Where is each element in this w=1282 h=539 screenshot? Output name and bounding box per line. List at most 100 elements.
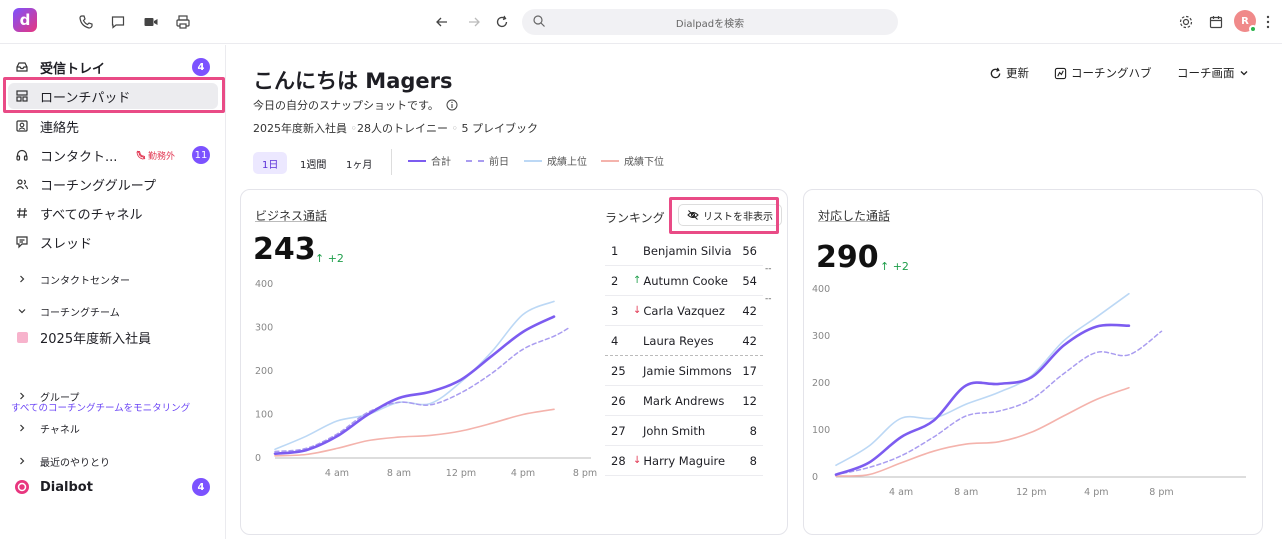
phone-off-icon xyxy=(136,150,146,160)
y-tick-label: 400 xyxy=(812,284,830,295)
user-avatar[interactable]: R xyxy=(1234,10,1257,33)
search-input[interactable]: Dialpadを検索 xyxy=(522,9,898,35)
ranking-value: 56 xyxy=(742,243,757,258)
sidebar-item-dialbot[interactable]: Dialbot 4 xyxy=(8,474,218,500)
ranking-name: Jamie Simmons xyxy=(643,363,732,378)
people-icon xyxy=(12,177,32,191)
series-line-成績下位 xyxy=(274,408,555,457)
sidebar-item-all-channels[interactable]: すべてのチャネル xyxy=(8,200,218,226)
handled-calls-title[interactable]: 対応した通話 xyxy=(818,207,890,224)
ranking-title: ランキング xyxy=(605,211,665,225)
coach-screen-dropdown[interactable]: コーチ画面 xyxy=(1177,65,1249,81)
contact-center-count-badge: 11 xyxy=(192,146,210,164)
sidebar: 受信トレイ 4 ローンチパッド 連絡先 コンタクト... 勤務外 11 コーチン… xyxy=(0,45,226,539)
ranking-row[interactable]: 28 ↓ Harry Maguire 8 xyxy=(605,446,763,476)
ranking-value: 42 xyxy=(742,303,757,318)
top-bar: d Dialpadを検索 R xyxy=(0,0,1282,44)
legend-top-performers: 成績上位 xyxy=(524,153,587,168)
ranking-value: 17 xyxy=(742,363,757,378)
sidebar-item-threads[interactable]: スレッド xyxy=(8,229,218,255)
team-meta: 2025年度新入社員 ◦28人のトレイニー ◦ 5 プレイブック xyxy=(253,122,538,135)
sidebar-item-launchpad[interactable]: ローンチパッド xyxy=(8,83,218,109)
headset-icon xyxy=(12,148,32,162)
series-line-前日 xyxy=(835,330,1163,476)
y-tick-label: 200 xyxy=(255,366,273,377)
range-1-month-button[interactable]: 1ヶ月 xyxy=(337,152,381,174)
ranking-row[interactable]: 25 Jamie Simmons 17 xyxy=(605,356,763,386)
chevron-right-icon xyxy=(12,423,32,433)
sidebar-item-team-2025[interactable]: 2025年度新入社員 xyxy=(8,324,218,350)
ranking-name: ↓ Harry Maguire xyxy=(633,453,726,468)
section-recent[interactable]: 最近のやりとり xyxy=(8,448,218,474)
message-icon[interactable] xyxy=(108,12,128,32)
x-tick-label: 4 pm xyxy=(1084,487,1108,498)
page-title: こんにちは Magers xyxy=(253,69,453,93)
coaching-hub-icon xyxy=(1054,67,1067,79)
y-tick-label: 100 xyxy=(255,410,273,421)
ranking-position: 26 xyxy=(611,393,626,408)
more-vertical-icon[interactable] xyxy=(1262,12,1274,32)
refresh-button[interactable]: 更新 xyxy=(989,65,1029,81)
y-tick-label: 0 xyxy=(255,453,261,464)
business-calls-value: 243 xyxy=(253,232,316,267)
legend-total: 合計 xyxy=(408,153,451,168)
dialpad-logo[interactable]: d xyxy=(13,8,37,32)
range-1-week-button[interactable]: 1週間 xyxy=(291,152,335,174)
main-content: こんにちは Magers 今日の自分のスナップショットです。 2025年度新入社… xyxy=(227,45,1282,539)
reload-icon[interactable] xyxy=(492,12,512,32)
y-tick-label: 300 xyxy=(812,331,830,342)
hide-list-button[interactable]: リストを非表示 xyxy=(678,204,782,226)
ranking-position: 3 xyxy=(611,303,619,318)
ranking-name: ↑ Autumn Cooke xyxy=(633,273,728,288)
x-tick-label: 8 pm xyxy=(1149,487,1173,498)
coaching-hub-button[interactable]: コーチングハブ xyxy=(1054,65,1152,81)
ranking-row[interactable]: 3 ↓ Carla Vazquez 42 xyxy=(605,296,763,326)
ranking-separator xyxy=(605,355,763,356)
sidebar-item-contacts[interactable]: 連絡先 xyxy=(8,113,218,139)
video-icon[interactable] xyxy=(141,12,161,32)
settings-gear-icon[interactable] xyxy=(1176,12,1196,32)
forward-arrow-icon[interactable] xyxy=(464,12,484,32)
business-calls-card: ビジネス通話 243 ↑ +2 0 100 200 300 400 4 am 8 am 12 … xyxy=(240,189,788,535)
inbox-icon xyxy=(12,60,32,74)
ranking-name: ↓ Carla Vazquez xyxy=(633,303,725,318)
business-calls-title[interactable]: ビジネス通話 xyxy=(255,207,327,224)
ranking-row[interactable]: 27 John Smith 8 xyxy=(605,416,763,446)
ranking-row[interactable]: 1 Benjamin Silvia 56 xyxy=(605,236,763,266)
handled-calls-value: 290 xyxy=(816,240,879,275)
sidebar-item-inbox[interactable]: 受信トレイ 4 xyxy=(8,54,218,80)
sidebar-item-coaching-groups[interactable]: コーチンググループ xyxy=(8,171,218,197)
ranking-row[interactable]: 2 ↑ Autumn Cooke 54 xyxy=(605,266,763,296)
x-tick-label: 12 pm xyxy=(446,468,476,479)
section-groups[interactable]: グループ xyxy=(8,383,218,409)
series-line-前日 xyxy=(274,326,571,453)
y-tick-label: 200 xyxy=(812,378,830,389)
ranking-value: 12 xyxy=(742,393,757,408)
back-arrow-icon[interactable] xyxy=(432,12,452,32)
ranking-value: 42 xyxy=(742,334,757,348)
handled-calls-chart: 0 100 200 300 400 4 am 8 am 12 pm 4 pm 8 pm xyxy=(812,284,1246,498)
y-tick-label: 100 xyxy=(812,425,830,436)
ranking-row[interactable]: 4 Laura Reyes 42 xyxy=(605,326,763,356)
hash-icon xyxy=(12,206,32,220)
range-1-day-button[interactable]: 1日 xyxy=(253,152,288,174)
info-icon[interactable] xyxy=(446,99,458,114)
section-contact-center[interactable]: コンタクトセンター xyxy=(8,266,218,292)
trend-down-icon: ↓ xyxy=(633,455,642,466)
calendar-icon[interactable] xyxy=(1206,12,1226,32)
sidebar-item-contact-center[interactable]: コンタクト... 勤務外 11 xyxy=(8,142,218,168)
inbox-count-badge: 4 xyxy=(192,58,210,76)
ranking-row[interactable]: 26 Mark Andrews 12 xyxy=(605,386,763,416)
phone-icon[interactable] xyxy=(76,12,96,32)
section-channels[interactable]: チャネル xyxy=(8,415,218,441)
dialbot-count-badge: 4 xyxy=(192,478,210,496)
chevron-right-icon xyxy=(12,456,32,466)
ranking-name: Benjamin Silvia xyxy=(643,243,732,258)
x-tick-label: 4 am xyxy=(889,487,913,498)
series-line-合計 xyxy=(834,323,1131,476)
ranking-position: 25 xyxy=(611,363,626,378)
x-tick-label: 8 am xyxy=(954,487,978,498)
section-coaching-team[interactable]: コーチングチーム xyxy=(8,298,218,324)
handled-calls-delta: ↑ +2 xyxy=(880,260,909,273)
printer-icon[interactable] xyxy=(173,12,193,32)
